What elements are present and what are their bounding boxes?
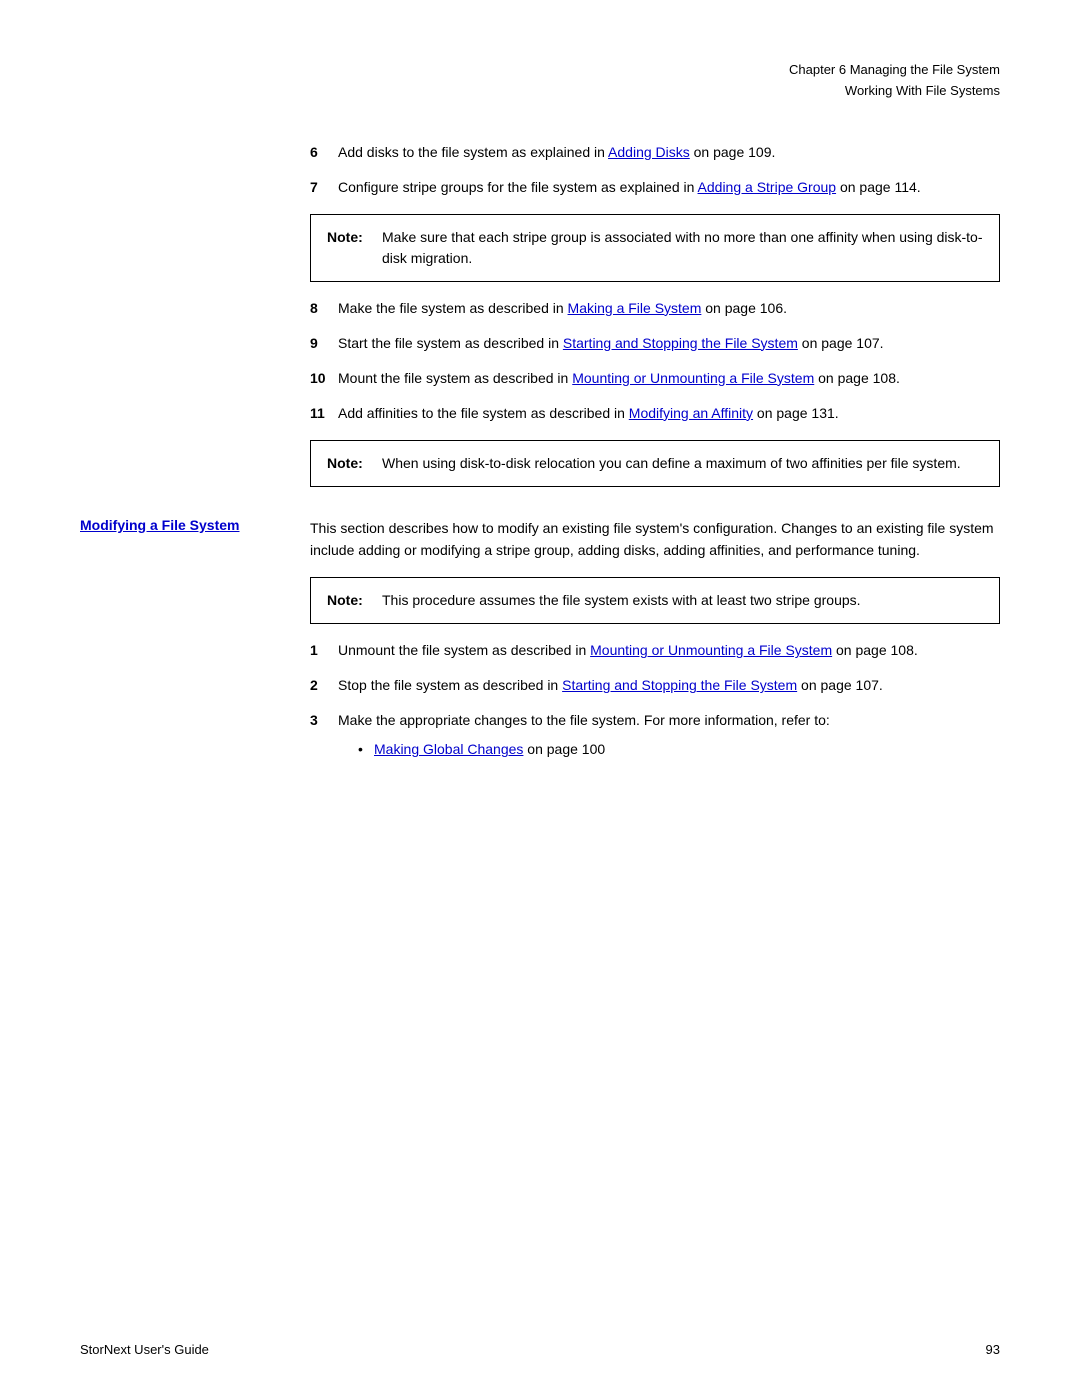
list-item: 10 Mount the file system as described in… (310, 368, 1000, 389)
list-item: 6 Add disks to the file system as explai… (310, 142, 1000, 163)
starting-stopping-link-2[interactable]: Starting and Stopping the File System (562, 677, 797, 693)
mounting-unmounting-link-2[interactable]: Mounting or Unmounting a File System (590, 642, 832, 658)
starting-stopping-link[interactable]: Starting and Stopping the File System (563, 335, 798, 351)
list-item: 11 Add affinities to the file system as … (310, 403, 1000, 424)
item-number-11: 11 (310, 403, 338, 424)
list-item: 3 Make the appropriate changes to the fi… (310, 710, 1000, 766)
making-global-changes-link[interactable]: Making Global Changes (374, 741, 523, 757)
bottom-item-number-2: 2 (310, 675, 338, 696)
note-text-3: This procedure assumes the file system e… (382, 590, 983, 611)
page-header: Chapter 6 Managing the File System Worki… (0, 60, 1080, 102)
note-box-1: Note: Make sure that each stripe group i… (310, 214, 1000, 282)
item-number-9: 9 (310, 333, 338, 354)
modifying-heading: Modifying a File System (80, 517, 239, 533)
item-number-6: 6 (310, 142, 338, 163)
section-sidebar: Modifying a File System (80, 517, 310, 781)
header-line1: Chapter 6 Managing the File System (0, 60, 1000, 81)
item-text-10: Mount the file system as described in Mo… (338, 368, 1000, 389)
item-number-10: 10 (310, 368, 338, 389)
modifying-section: Modifying a File System This section des… (0, 517, 1080, 781)
bottom-item-text-2: Stop the file system as described in Sta… (338, 675, 1000, 696)
page: Chapter 6 Managing the File System Worki… (0, 0, 1080, 1397)
top-items-section: 6 Add disks to the file system as explai… (0, 142, 1080, 487)
bottom-item-number-1: 1 (310, 640, 338, 661)
header-line2: Working With File Systems (0, 81, 1000, 102)
footer-left: StorNext User's Guide (80, 1342, 209, 1357)
list-item: 2 Stop the file system as described in S… (310, 675, 1000, 696)
note-label-3: Note: (327, 590, 382, 611)
bottom-item-text-1: Unmount the file system as described in … (338, 640, 1000, 661)
bottom-item-number-3: 3 (310, 710, 338, 766)
item-number-8: 8 (310, 298, 338, 319)
making-file-system-link[interactable]: Making a File System (568, 300, 702, 316)
note-text-2: When using disk-to-disk relocation you c… (382, 453, 983, 474)
item-text-8: Make the file system as described in Mak… (338, 298, 1000, 319)
footer-right: 93 (986, 1342, 1000, 1357)
list-item: 9 Start the file system as described in … (310, 333, 1000, 354)
bottom-item-text-3: Make the appropriate changes to the file… (338, 710, 1000, 766)
item-text-7: Configure stripe groups for the file sys… (338, 177, 1000, 198)
note-box-2: Note: When using disk-to-disk relocation… (310, 440, 1000, 487)
modifying-affinity-link[interactable]: Modifying an Affinity (629, 405, 753, 421)
list-item: 8 Make the file system as described in M… (310, 298, 1000, 319)
mounting-unmounting-link-1[interactable]: Mounting or Unmounting a File System (572, 370, 814, 386)
modifying-content: This section describes how to modify an … (310, 517, 1000, 781)
item-text-9: Start the file system as described in St… (338, 333, 1000, 354)
note-text-1: Make sure that each stripe group is asso… (382, 227, 983, 269)
bullet-item: Making Global Changes on page 100 (358, 739, 1000, 760)
modifying-description: This section describes how to modify an … (310, 517, 1000, 562)
item-text-6: Add disks to the file system as explaine… (338, 142, 1000, 163)
list-item: 1 Unmount the file system as described i… (310, 640, 1000, 661)
page-footer: StorNext User's Guide 93 (80, 1342, 1000, 1357)
note-box-3: Note: This procedure assumes the file sy… (310, 577, 1000, 624)
adding-disks-link[interactable]: Adding Disks (608, 144, 690, 160)
item-text-11: Add affinities to the file system as des… (338, 403, 1000, 424)
note-label-1: Note: (327, 227, 382, 269)
adding-stripe-group-link[interactable]: Adding a Stripe Group (698, 179, 837, 195)
list-item: 7 Configure stripe groups for the file s… (310, 177, 1000, 198)
bullet-list: Making Global Changes on page 100 (338, 739, 1000, 760)
note-label-2: Note: (327, 453, 382, 474)
item-number-7: 7 (310, 177, 338, 198)
